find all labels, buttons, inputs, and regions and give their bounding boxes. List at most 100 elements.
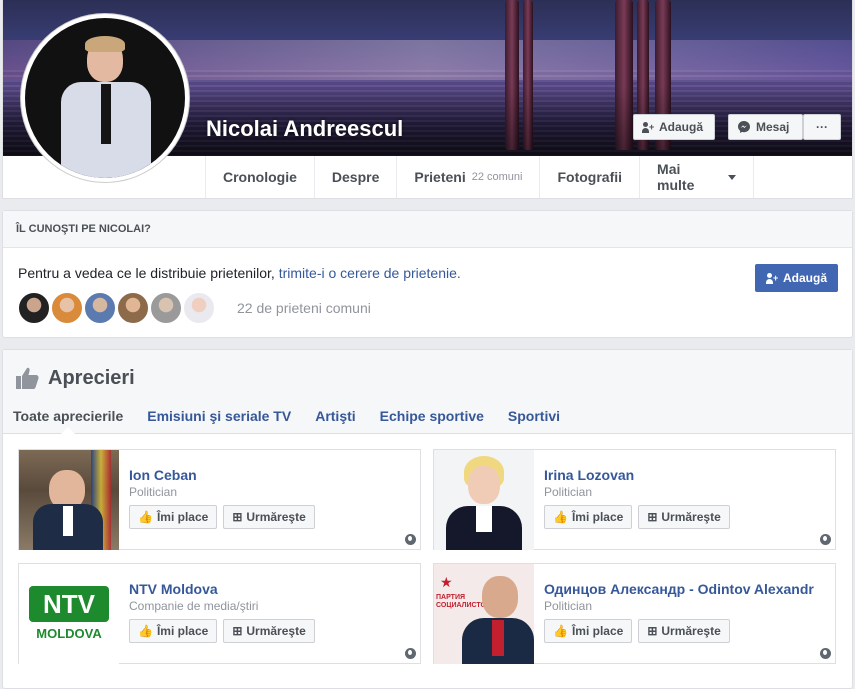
page-actions: 👍 Îmi place ⊞ Urmăreşte <box>544 619 730 643</box>
page-thumbnail[interactable] <box>434 450 534 550</box>
thumbs-up-icon: 👍 <box>553 510 568 524</box>
like-button[interactable]: 👍 Îmi place <box>544 619 633 643</box>
follow-label: Urmăreşte <box>246 624 306 638</box>
add-friend-label: Adaugă <box>659 120 704 134</box>
thumbs-up-icon <box>16 367 39 389</box>
tab-photos-label: Fotografii <box>557 169 623 185</box>
know-card-header: ÎL CUNOŞTI PE NICOLAI? <box>3 211 852 248</box>
page-actions: 👍 Îmi place ⊞ Urmăreşte <box>129 505 315 529</box>
follow-button[interactable]: ⊞ Urmăreşte <box>638 505 730 529</box>
mutual-friend-avatar[interactable] <box>117 292 149 324</box>
thumbs-up-icon: 👍 <box>138 624 153 638</box>
tab-more[interactable]: Mai multe <box>640 156 755 198</box>
likes-title-text: Aprecieri <box>48 366 135 389</box>
thumbs-up-icon: 👍 <box>553 624 568 638</box>
add-friend-button[interactable]: + Adaugă <box>633 114 715 140</box>
tab-friends-label: Prieteni <box>414 169 466 185</box>
page-actions: 👍 Îmi place ⊞ Urmăreşte <box>544 505 730 529</box>
like-button[interactable]: 👍 Îmi place <box>129 619 218 643</box>
page-category: Politician <box>544 599 593 613</box>
know-card-text: Pentru a vedea ce le distribuie prieteni… <box>18 265 461 281</box>
send-friend-request-link[interactable]: trimite-i o cerere de prietenie. <box>279 265 461 281</box>
liked-page-card: NTV MOLDOVA NTV Moldova Companie de medi… <box>18 563 421 664</box>
globe-icon <box>820 648 831 659</box>
tab-athletes[interactable]: Sportivi <box>508 408 560 424</box>
globe-icon <box>405 648 416 659</box>
messenger-icon <box>738 121 750 133</box>
add-friend-icon: + <box>642 121 654 133</box>
liked-page-card: ПАРТИЯ СОЦИАЛИСТОВ ★ Одинцов Александр -… <box>433 563 836 664</box>
like-label: Îmi place <box>571 510 624 524</box>
follow-icon: ⊞ <box>232 510 243 524</box>
follow-icon: ⊞ <box>647 510 658 524</box>
ntv-logo: NTV <box>29 586 109 622</box>
page-actions: 👍 Îmi place ⊞ Urmăreşte <box>129 619 315 643</box>
page-name[interactable]: NTV Moldova <box>129 581 218 597</box>
follow-label: Urmăreşte <box>661 624 721 638</box>
profile-name[interactable]: Nicolai Andreescul <box>206 116 403 142</box>
likes-tabs: Toate aprecierile Emisiuni şi seriale TV… <box>13 408 560 424</box>
follow-button[interactable]: ⊞ Urmăreşte <box>638 619 730 643</box>
more-options-button[interactable]: ··· <box>803 114 841 140</box>
tab-artists[interactable]: Artişti <box>315 408 355 424</box>
page-category: Politician <box>129 485 178 499</box>
globe-icon <box>820 534 831 545</box>
tab-all-likes[interactable]: Toate aprecierile <box>13 408 123 424</box>
mutual-friends-count[interactable]: 22 de prieteni comuni <box>237 300 371 316</box>
mutual-friend-avatar[interactable] <box>183 292 215 324</box>
know-card-message: Pentru a vedea ce le distribuie prieteni… <box>18 265 279 281</box>
thumbs-up-icon: 👍 <box>138 510 153 524</box>
message-button[interactable]: Mesaj <box>728 114 803 140</box>
liked-page-card: Irina Lozovan Politician 👍 Îmi place ⊞ Urm… <box>433 449 836 550</box>
follow-label: Urmăreşte <box>246 510 306 524</box>
follow-button[interactable]: ⊞ Urmăreşte <box>223 619 315 643</box>
more-options-icon: ··· <box>816 120 828 134</box>
avatar-hair <box>85 36 125 52</box>
page-category: Politician <box>544 485 593 499</box>
mutual-friend-avatar[interactable] <box>84 292 116 324</box>
ntv-logo-subtitle: MOLDOVA <box>36 626 102 641</box>
tab-more-label: Mai multe <box>657 161 695 193</box>
tab-about-label: Despre <box>331 169 380 185</box>
follow-icon: ⊞ <box>647 624 658 638</box>
add-friend-button-secondary[interactable]: + Adaugă <box>755 264 838 292</box>
likes-title: Aprecieri <box>15 366 135 390</box>
profile-header: Nicolai Andreescul + Adaugă Mesaj ··· Cr… <box>2 0 853 199</box>
tab-timeline[interactable]: Cronologie <box>206 156 315 198</box>
tab-photos[interactable]: Fotografii <box>540 156 641 198</box>
tab-tv-shows[interactable]: Emisiuni şi seriale TV <box>147 408 291 424</box>
mutual-friend-avatar[interactable] <box>18 292 50 324</box>
add-friend-label: Adaugă <box>782 271 827 285</box>
page-thumbnail[interactable]: NTV MOLDOVA <box>19 564 119 664</box>
chevron-down-icon <box>728 174 737 180</box>
follow-icon: ⊞ <box>232 624 243 638</box>
page-thumbnail[interactable] <box>19 450 119 550</box>
likes-section: Aprecieri Toate aprecierile Emisiuni şi … <box>2 349 853 689</box>
page-name[interactable]: Одинцов Александр - Odintov Alexandr <box>544 581 814 597</box>
know-card: ÎL CUNOŞTI PE NICOLAI? Pentru a vedea ce… <box>2 210 853 338</box>
page-category: Companie de media/ştiri <box>129 599 259 613</box>
globe-icon <box>405 534 416 545</box>
like-label: Îmi place <box>571 624 624 638</box>
page-name[interactable]: Irina Lozovan <box>544 467 634 483</box>
like-button[interactable]: 👍 Îmi place <box>544 505 633 529</box>
add-friend-icon: + <box>765 272 778 284</box>
follow-label: Urmăreşte <box>661 510 721 524</box>
mutual-friend-avatar[interactable] <box>150 292 182 324</box>
tab-friends[interactable]: Prieteni 22 comuni <box>397 156 541 198</box>
likes-header: Aprecieri Toate aprecierile Emisiuni şi … <box>3 350 852 434</box>
party-banner-text: ПАРТИЯ СОЦИАЛИСТОВ <box>436 594 492 609</box>
mutual-friend-avatar[interactable] <box>51 292 83 324</box>
liked-page-card: Ion Ceban Politician 👍 Îmi place ⊞ Urmăreş… <box>18 449 421 550</box>
like-label: Îmi place <box>156 624 209 638</box>
tab-sports-teams[interactable]: Echipe sportive <box>380 408 484 424</box>
tab-about[interactable]: Despre <box>315 156 398 198</box>
like-button[interactable]: 👍 Îmi place <box>129 505 218 529</box>
follow-button[interactable]: ⊞ Urmăreşte <box>223 505 315 529</box>
like-label: Îmi place <box>156 510 209 524</box>
active-tab-pointer <box>61 427 75 434</box>
page-name[interactable]: Ion Ceban <box>129 467 197 483</box>
profile-picture[interactable] <box>21 14 189 182</box>
profile-nav: Cronologie Despre Prieteni 22 comuni Fot… <box>205 156 755 198</box>
page-thumbnail[interactable]: ПАРТИЯ СОЦИАЛИСТОВ ★ <box>434 564 534 664</box>
